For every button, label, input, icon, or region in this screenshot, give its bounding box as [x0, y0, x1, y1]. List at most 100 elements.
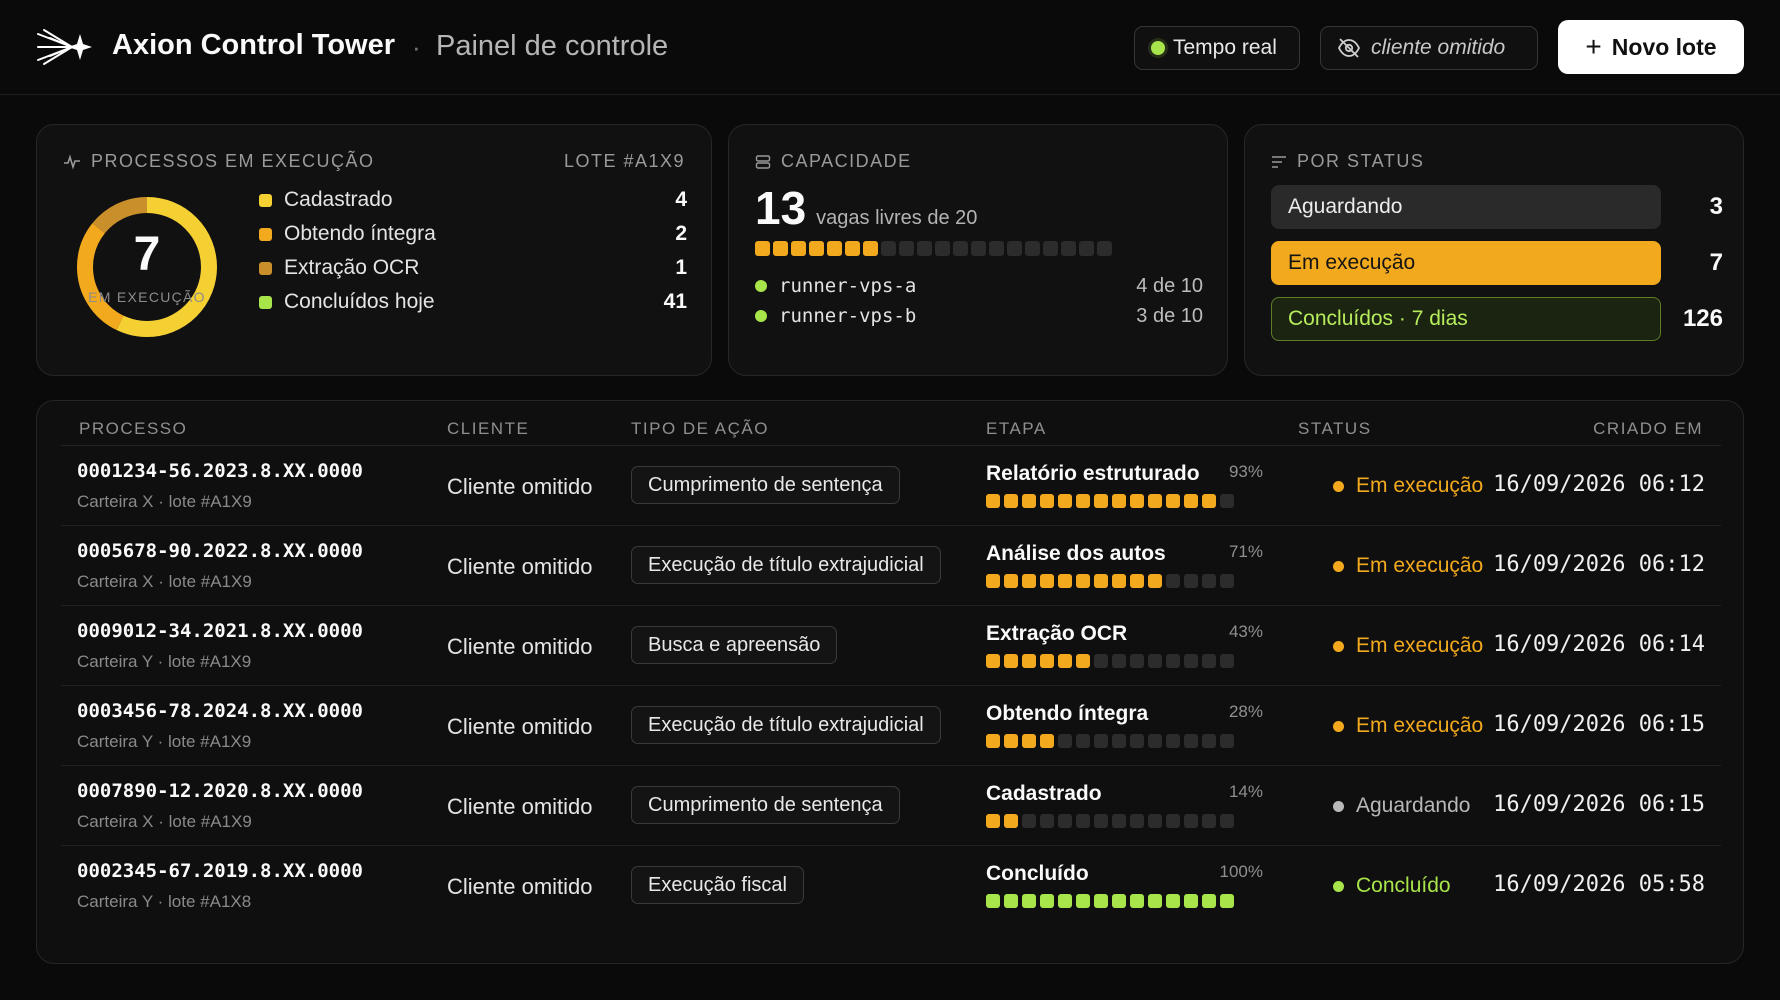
table-row[interactable]: 0003456-78.2024.8.XX.0000 Carteira Y · l…	[61, 686, 1721, 766]
action-type-badge: Execução de título extrajudicial	[631, 706, 941, 744]
progress-segment	[1166, 494, 1180, 508]
stage-name: Cadastrado	[986, 782, 1102, 805]
progress-segment	[1094, 494, 1108, 508]
legend-swatch	[259, 261, 272, 275]
process-number[interactable]: 0003456-78.2024.8.XX.0000	[77, 700, 363, 722]
eye-off-icon	[1337, 38, 1361, 58]
capacity-slot	[1097, 241, 1112, 256]
capacity-card-header: CAPACIDADE	[755, 151, 912, 172]
column-header-created[interactable]: CRIADO EM	[1593, 419, 1703, 439]
progress-segment	[1004, 894, 1018, 908]
progress-segment	[1004, 734, 1018, 748]
progress-segment	[1220, 734, 1234, 748]
status-bar: Em execução	[1271, 241, 1661, 285]
table-row[interactable]: 0009012-34.2021.8.XX.0000 Carteira Y · l…	[61, 606, 1721, 686]
progress-segment	[1220, 654, 1234, 668]
status-label: Em execução	[1288, 251, 1416, 274]
progress-segment	[1184, 654, 1198, 668]
stage-percent: 100%	[1219, 862, 1263, 881]
capacity-slot	[917, 241, 932, 256]
progress-segment	[1094, 814, 1108, 828]
progress-segment	[1202, 574, 1216, 588]
runner-item: runner-vps-a 4 de 10	[755, 271, 1203, 301]
created-date: 16/09/2026 06:14	[1493, 632, 1705, 657]
progress-segment	[1112, 494, 1126, 508]
column-header-process[interactable]: PROCESSO	[79, 419, 187, 439]
table-row[interactable]: 0007890-12.2020.8.XX.0000 Carteira X · l…	[61, 766, 1721, 846]
stage-percent: 14%	[1228, 782, 1263, 801]
progress-segment	[1022, 494, 1036, 508]
plus-icon: +	[1585, 31, 1602, 62]
legend-swatch	[259, 193, 272, 207]
live-indicator-icon	[1151, 41, 1165, 55]
new-batch-button[interactable]: + Novo lote	[1558, 20, 1744, 74]
free-slots-text: vagas livres de 20	[816, 207, 978, 229]
client-name: Cliente omitido	[447, 794, 593, 819]
capacity-slot	[953, 241, 968, 256]
created-date: 16/09/2026 06:15	[1493, 712, 1705, 737]
progress-segment	[1220, 574, 1234, 588]
status-filter-waiting[interactable]: Aguardando 3	[1271, 185, 1723, 229]
table-row[interactable]: 0002345-67.2019.8.XX.0000 Carteira Y · l…	[61, 846, 1721, 926]
stage-name: Relatório estruturado	[986, 462, 1200, 485]
progress-segment	[1166, 894, 1180, 908]
action-type-badge: Execução fiscal	[631, 866, 804, 904]
stage-name: Obtendo íntegra	[986, 702, 1149, 725]
stage-percent: 43%	[1228, 622, 1263, 641]
column-header-status[interactable]: STATUS	[1298, 419, 1372, 439]
column-header-action-type[interactable]: TIPO DE AÇÃO	[631, 419, 769, 439]
stage-percent: 71%	[1228, 542, 1263, 561]
legend-value: 1	[675, 256, 687, 279]
process-number[interactable]: 0009012-34.2021.8.XX.0000	[77, 620, 363, 642]
client-name: Cliente omitido	[447, 554, 593, 579]
column-header-stage[interactable]: ETAPA	[986, 419, 1047, 439]
process-number[interactable]: 0002345-67.2019.8.XX.0000	[77, 860, 363, 882]
status-count: 126	[1682, 305, 1723, 332]
status-card-title: POR STATUS	[1297, 151, 1425, 171]
action-type-badge: Execução de título extrajudicial	[631, 546, 941, 584]
free-slots-value: 13	[755, 182, 807, 234]
status-text: Em execução	[1356, 714, 1484, 737]
action-type-badge: Cumprimento de sentença	[631, 786, 900, 824]
capacity-slot	[881, 241, 896, 256]
process-number[interactable]: 0001234-56.2023.8.XX.0000	[77, 460, 363, 482]
progress-segment	[1022, 734, 1036, 748]
status-indicator: Em execução	[1333, 554, 1483, 578]
runner-item: runner-vps-b 3 de 10	[755, 301, 1203, 331]
runner-count: 3 de 10	[1136, 304, 1203, 327]
status-filter-running[interactable]: Em execução 7	[1271, 241, 1723, 285]
stage-percent: 28%	[1228, 702, 1263, 721]
progress-segment	[1148, 574, 1162, 588]
status-count: 3	[1709, 193, 1723, 220]
process-number[interactable]: 0007890-12.2020.8.XX.0000	[77, 780, 363, 802]
process-subtitle: Carteira X · lote #A1X9	[77, 812, 252, 831]
capacity-slot	[809, 241, 824, 256]
created-date: 16/09/2026 05:58	[1493, 872, 1705, 897]
realtime-toggle[interactable]: Tempo real	[1134, 26, 1300, 70]
progress-segment	[1058, 654, 1072, 668]
legend-value: 41	[663, 290, 687, 313]
processes-table: PROCESSO CLIENTE TIPO DE AÇÃO ETAPA STAT…	[36, 400, 1744, 964]
status-indicator: Aguardando	[1333, 794, 1470, 818]
capacity-slot	[827, 241, 842, 256]
progress-segment	[1184, 894, 1198, 908]
progress-segment	[1220, 494, 1234, 508]
capacity-card-title: CAPACIDADE	[781, 151, 912, 171]
status-dot-icon	[1333, 720, 1344, 732]
table-row[interactable]: 0001234-56.2023.8.XX.0000 Carteira X · l…	[61, 446, 1721, 526]
legend-item: Cadastrado 4	[259, 185, 687, 215]
progress-segment	[1004, 654, 1018, 668]
client-visibility-toggle[interactable]: cliente omitido	[1320, 26, 1538, 70]
runner-status-icon	[755, 280, 767, 292]
progress-segment	[1202, 894, 1216, 908]
table-row[interactable]: 0005678-90.2022.8.XX.0000 Carteira X · l…	[61, 526, 1721, 606]
progress-segment	[1076, 574, 1090, 588]
progress-segment	[1166, 814, 1180, 828]
process-number[interactable]: 0005678-90.2022.8.XX.0000	[77, 540, 363, 562]
progress-segment	[1022, 574, 1036, 588]
capacity-slot	[773, 241, 788, 256]
column-header-client[interactable]: CLIENTE	[447, 419, 529, 439]
progress-segment	[1112, 734, 1126, 748]
progress-segment	[1004, 494, 1018, 508]
status-filter-completed[interactable]: Concluídos · 7 dias 126	[1271, 297, 1723, 341]
